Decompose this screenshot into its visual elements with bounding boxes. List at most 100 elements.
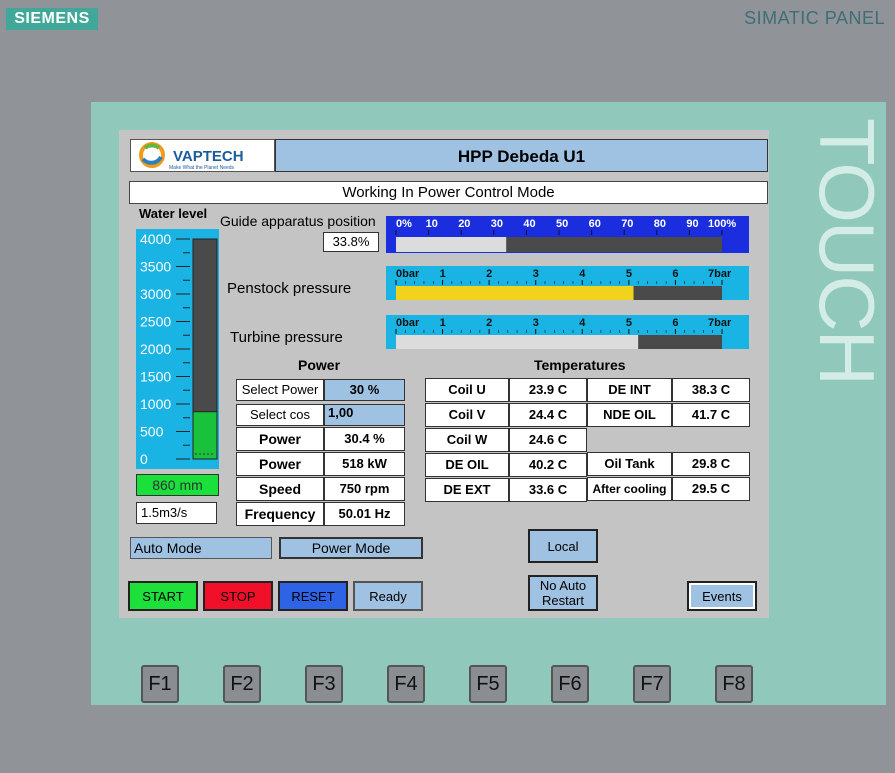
guide-tick-label: 60 xyxy=(589,218,601,230)
reset-button[interactable]: RESET xyxy=(278,581,348,611)
guide-tick-label: 100% xyxy=(708,218,736,230)
temp-value-coil-u: 23.9 C xyxy=(509,378,587,402)
water-level-title: Water level xyxy=(139,206,208,221)
speed-label: Speed xyxy=(236,477,324,501)
penstock-tick-label: 6 xyxy=(672,268,678,280)
f1-key[interactable]: F1 xyxy=(141,665,179,703)
guide-tick-label: 20 xyxy=(458,218,470,230)
stop-button[interactable]: STOP xyxy=(203,581,273,611)
temp-value-de-int: 38.3 C xyxy=(672,378,750,402)
guide-tick-label: 10 xyxy=(426,218,438,230)
events-button[interactable]: Events xyxy=(687,581,757,611)
f8-key[interactable]: F8 xyxy=(715,665,753,703)
logo-tagline: Make What the Planet Needs xyxy=(169,165,235,171)
guide-fill xyxy=(396,237,507,252)
penstock-label: Penstock pressure xyxy=(227,280,352,297)
turbine-tick-label: 0bar xyxy=(396,317,420,329)
guide-apparatus-bar: 0% 10 20 30 40 50 60 70 80 90 100% xyxy=(395,218,736,252)
power-mode-indicator: Power Mode xyxy=(279,537,423,559)
guide-tick-label: 50 xyxy=(556,218,568,230)
penstock-tick-label: 2 xyxy=(486,268,492,280)
temp-value-nde-oil: 41.7 C xyxy=(672,403,750,427)
temp-label-after-cooling: After cooling xyxy=(587,477,672,501)
simatic-panel-label: SIMATIC PANEL xyxy=(744,8,885,28)
water-level-tick-label: 0 xyxy=(140,451,148,467)
power-kw-label: Power xyxy=(236,452,324,476)
f5-key[interactable]: F5 xyxy=(469,665,507,703)
turbine-tick-label: 5 xyxy=(626,317,632,329)
temperatures-title: Temperatures xyxy=(534,357,626,373)
turbine-tick-label: 6 xyxy=(672,317,678,329)
turbine-tick-label: 2 xyxy=(486,317,492,329)
penstock-tick-label: 4 xyxy=(579,268,586,280)
touch-label: TOUCH xyxy=(803,118,891,384)
guide-tick-label: 80 xyxy=(654,218,666,230)
penstock-tick-label: 5 xyxy=(626,268,632,280)
water-level-tick-label: 1000 xyxy=(140,396,171,412)
speed-value: 750 rpm xyxy=(324,477,405,501)
power-title: Power xyxy=(298,357,341,373)
temp-label-coil-u: Coil U xyxy=(425,378,509,402)
no-auto-restart-button[interactable]: No Auto Restart xyxy=(528,575,598,611)
penstock-tick-label: 1 xyxy=(440,268,446,280)
flow-readout: 1.5m3/s xyxy=(136,502,217,524)
turbine-bar: 0bar 1 2 3 4 5 6 7bar xyxy=(395,317,732,349)
turbine-fill xyxy=(396,335,639,349)
penstock-tick-label: 7bar xyxy=(708,268,732,280)
select-cos-label: Select cos xyxy=(236,404,324,426)
water-level-tick-label: 3000 xyxy=(140,286,171,302)
page-title: HPP Debeda U1 xyxy=(275,139,768,172)
temp-label-de-ext: DE EXT xyxy=(425,478,509,502)
guide-apparatus-readout: 33.8% xyxy=(323,232,379,252)
temp-label-oil-tank: Oil Tank xyxy=(587,452,672,476)
temp-value-after-cooling: 29.5 C xyxy=(672,477,750,501)
start-button[interactable]: START xyxy=(128,581,198,611)
penstock-gauge: 0bar 1 2 3 4 5 6 7bar xyxy=(386,266,749,300)
siemens-logo: SIEMENS xyxy=(6,8,98,30)
water-level-readout: 860 mm xyxy=(136,474,219,496)
frequency-value: 50.01 Hz xyxy=(324,502,405,526)
turbine-label: Turbine pressure xyxy=(230,329,343,346)
f3-key[interactable]: F3 xyxy=(305,665,343,703)
temp-value-de-ext: 33.6 C xyxy=(509,478,587,502)
guide-apparatus-gauge: 0% 10 20 30 40 50 60 70 80 90 100% xyxy=(386,216,749,253)
mode-banner: Working In Power Control Mode xyxy=(129,181,768,204)
f4-key[interactable]: F4 xyxy=(387,665,425,703)
f7-key[interactable]: F7 xyxy=(633,665,671,703)
no-auto-restart-line1: No Auto xyxy=(539,578,587,593)
temp-label-coil-w: Coil W xyxy=(425,428,509,452)
water-level-chart: 4000 3500 3000 2500 2000 1500 1000 500 0 xyxy=(140,231,218,467)
water-level-tick-label: 3500 xyxy=(140,259,171,275)
f2-key[interactable]: F2 xyxy=(223,665,261,703)
turbine-tick-label: 4 xyxy=(579,317,586,329)
guide-tick-label: 70 xyxy=(621,218,633,230)
turbine-tick-label: 3 xyxy=(533,317,539,329)
guide-tick-label: 30 xyxy=(491,218,503,230)
temp-label-de-oil: DE OIL xyxy=(425,453,509,477)
guide-apparatus-label: Guide apparatus position xyxy=(220,213,376,229)
vaptech-logo-icon: VAPTECH Make What the Planet Needs xyxy=(139,142,244,171)
no-auto-restart-line2: Restart xyxy=(542,593,584,608)
local-button[interactable]: Local xyxy=(528,529,598,563)
select-power-label: Select Power xyxy=(236,379,324,401)
power-kw-value: 518 kW xyxy=(324,452,405,476)
penstock-fill xyxy=(396,286,634,300)
temp-value-coil-v: 24.4 C xyxy=(509,403,587,427)
water-level-tick-label: 500 xyxy=(140,424,164,440)
temp-label-de-int: DE INT xyxy=(587,378,672,402)
frequency-label: Frequency xyxy=(236,502,324,526)
f6-key[interactable]: F6 xyxy=(551,665,589,703)
water-level-tick-label: 2000 xyxy=(140,341,171,357)
select-power-input[interactable]: 30 % xyxy=(324,379,405,401)
select-cos-input[interactable]: 1,00 xyxy=(324,404,405,426)
power-pct-label: Power xyxy=(236,427,324,451)
power-pct-value: 30.4 % xyxy=(324,427,405,451)
temp-value-oil-tank: 29.8 C xyxy=(672,452,750,476)
temp-label-coil-v: Coil V xyxy=(425,403,509,427)
turbine-tick-label: 1 xyxy=(440,317,446,329)
penstock-tick-label: 0bar xyxy=(396,268,420,280)
temp-value-de-oil: 40.2 C xyxy=(509,453,587,477)
ready-status: Ready xyxy=(353,581,423,611)
vaptech-logo: VAPTECH Make What the Planet Needs xyxy=(130,139,275,172)
water-level-fill xyxy=(192,411,218,460)
